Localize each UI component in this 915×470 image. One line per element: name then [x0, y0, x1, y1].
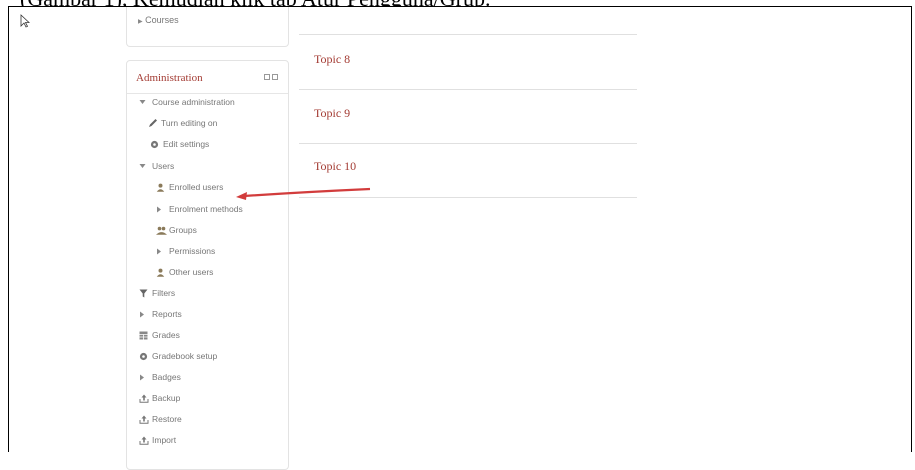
admin-nav-item[interactable]: Import [139, 434, 176, 446]
triangle-right-icon [139, 374, 148, 381]
table-icon [139, 331, 148, 340]
admin-nav-label: Enrolled users [169, 182, 224, 192]
administration-title: Administration [136, 72, 203, 84]
admin-nav-label: Course administration [152, 97, 235, 107]
upload-icon [139, 436, 149, 445]
admin-nav-item[interactable]: Turn editing on [148, 117, 217, 129]
admin-nav-label: Reports [152, 309, 182, 319]
admin-nav-label: Restore [152, 414, 182, 424]
admin-nav-label: Permissions [169, 246, 216, 256]
admin-nav-label: Filters [152, 288, 176, 298]
triangle-right-icon [156, 206, 165, 213]
filter-icon [139, 289, 148, 298]
admin-nav-label: Badges [152, 372, 181, 382]
courses-label: Courses [145, 15, 179, 25]
admin-nav-label: Users [152, 161, 175, 171]
upload-icon [139, 415, 149, 424]
triangle-down-icon [139, 163, 148, 169]
admin-nav-item[interactable]: Permissions [156, 245, 215, 257]
admin-nav-item[interactable]: Course administration [139, 96, 235, 108]
triangle-right-icon: ▶ [138, 19, 143, 25]
triangle-down-icon [139, 99, 148, 105]
topic-divider [299, 143, 637, 144]
admin-nav-item[interactable]: Filters [139, 287, 175, 299]
user-icon [156, 183, 165, 192]
admin-nav-label: Other users [169, 267, 214, 277]
admin-nav-label: Grades [152, 330, 180, 340]
gear-icon [139, 352, 148, 361]
annotation-arrow [236, 187, 371, 200]
topic-9-title[interactable]: Topic 9 [314, 106, 350, 121]
admin-nav-item[interactable]: Gradebook setup [139, 350, 217, 362]
group-icon [156, 226, 167, 235]
block-controls [264, 74, 278, 80]
mouse-pointer-icon [20, 14, 30, 28]
admin-nav-item[interactable]: Grades [139, 329, 180, 341]
triangle-right-icon [139, 311, 148, 318]
courses-block: ▶ Courses [126, 7, 289, 47]
admin-nav-item[interactable]: Other users [156, 266, 213, 278]
collapse-icon[interactable] [272, 74, 278, 80]
admin-nav-item[interactable]: Users [139, 160, 174, 172]
user-icon [156, 268, 165, 277]
admin-nav-item[interactable]: Restore [139, 413, 182, 425]
admin-nav-label: Gradebook setup [152, 351, 218, 361]
admin-nav-item[interactable]: Badges [139, 371, 181, 383]
topic-10-title[interactable]: Topic 10 [314, 159, 356, 174]
gear-icon [150, 140, 159, 149]
admin-nav-item[interactable]: Edit settings [150, 138, 209, 150]
admin-nav-label: Groups [169, 225, 197, 235]
topic-8-title[interactable]: Topic 8 [314, 52, 350, 67]
admin-nav-item[interactable]: Backup [139, 392, 180, 404]
admin-nav-label: Edit settings [163, 139, 210, 149]
topic-divider [299, 89, 637, 90]
dock-icon[interactable] [264, 74, 270, 80]
triangle-right-icon [156, 248, 165, 255]
admin-nav-item[interactable]: Enrolment methods [156, 203, 243, 215]
admin-nav-label: Turn editing on [161, 118, 218, 128]
admin-nav-label: Backup [152, 393, 181, 403]
screenshot-frame: ▶ Courses Administration Course administ… [8, 6, 912, 470]
upload-icon [139, 394, 149, 403]
admin-nav-item[interactable]: Groups [156, 224, 197, 236]
admin-nav-item[interactable]: Enrolled users [156, 181, 223, 193]
topic-divider [299, 34, 637, 35]
admin-nav-label: Enrolment methods [169, 204, 243, 214]
admin-nav-label: Import [152, 435, 177, 445]
courses-link[interactable]: ▶ Courses [138, 15, 179, 25]
admin-nav-item[interactable]: Reports [139, 308, 182, 320]
pencil-icon [148, 118, 157, 128]
administration-header: Administration [127, 61, 288, 94]
